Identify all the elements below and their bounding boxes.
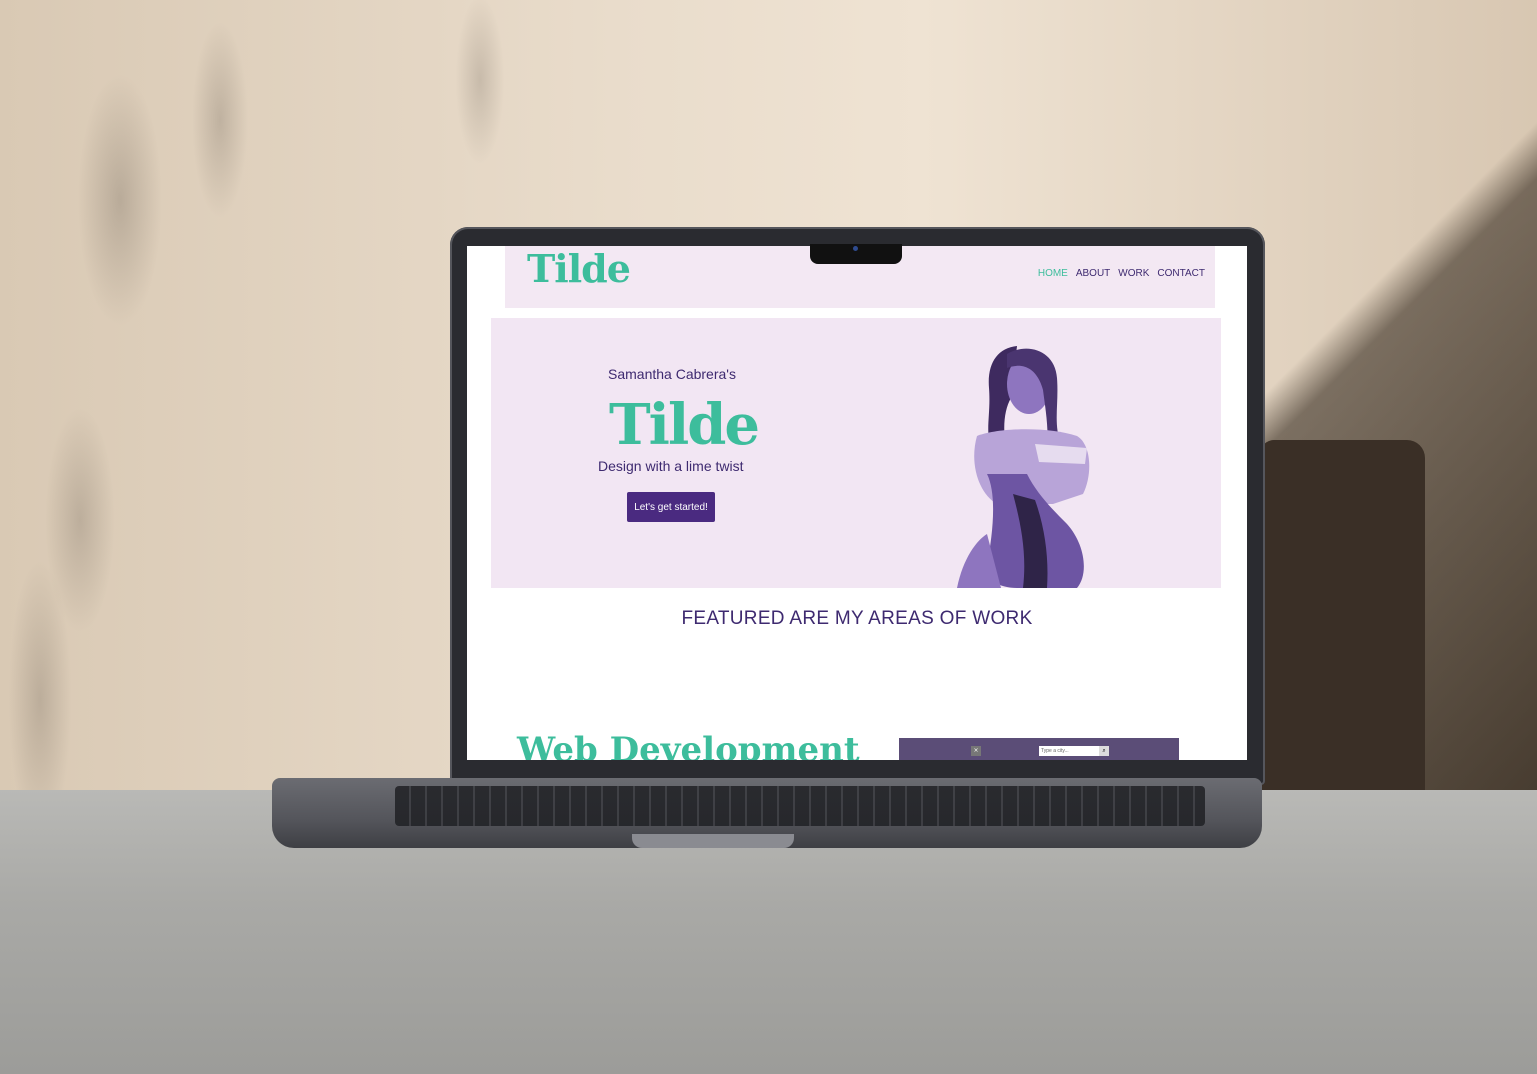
camera-icon — [853, 246, 858, 251]
hero-title: Tilde — [609, 392, 760, 458]
hero-subtitle: Samantha Cabrera's — [608, 366, 736, 382]
trackpad-notch — [632, 834, 794, 848]
project-preview-bar: × Type a city... ⌕ — [899, 738, 1179, 760]
nav-work[interactable]: WORK — [1118, 268, 1149, 279]
city-search-input[interactable]: Type a city... — [1039, 746, 1099, 756]
nav-contact[interactable]: CONTACT — [1157, 268, 1205, 279]
search-icon[interactable]: ⌕ — [1099, 746, 1109, 756]
featured-heading: FEATURED ARE MY AREAS OF WORK — [681, 608, 1033, 629]
nav-home[interactable]: HOME — [1038, 268, 1068, 279]
portrait-image — [957, 346, 1090, 588]
site-logo[interactable]: Tilde — [527, 246, 631, 291]
laptop-mockup-scene: Tilde HOME ABOUT WORK CONTACT Samantha C… — [0, 0, 1537, 1074]
main-nav: HOME ABOUT WORK CONTACT — [1038, 268, 1205, 279]
close-icon[interactable]: × — [971, 746, 981, 756]
get-started-button[interactable]: Let's get started! — [627, 492, 715, 522]
laptop-screen: Tilde HOME ABOUT WORK CONTACT Samantha C… — [467, 246, 1247, 760]
hero-section: Samantha Cabrera's Tilde Design with a l… — [491, 318, 1221, 588]
next-section-title: Web Development — [517, 730, 860, 760]
hero-tagline: Design with a lime twist — [598, 458, 744, 474]
camera-notch — [810, 244, 902, 264]
keyboard — [395, 786, 1205, 826]
back-panel — [1260, 440, 1425, 820]
nav-about[interactable]: ABOUT — [1076, 268, 1110, 279]
